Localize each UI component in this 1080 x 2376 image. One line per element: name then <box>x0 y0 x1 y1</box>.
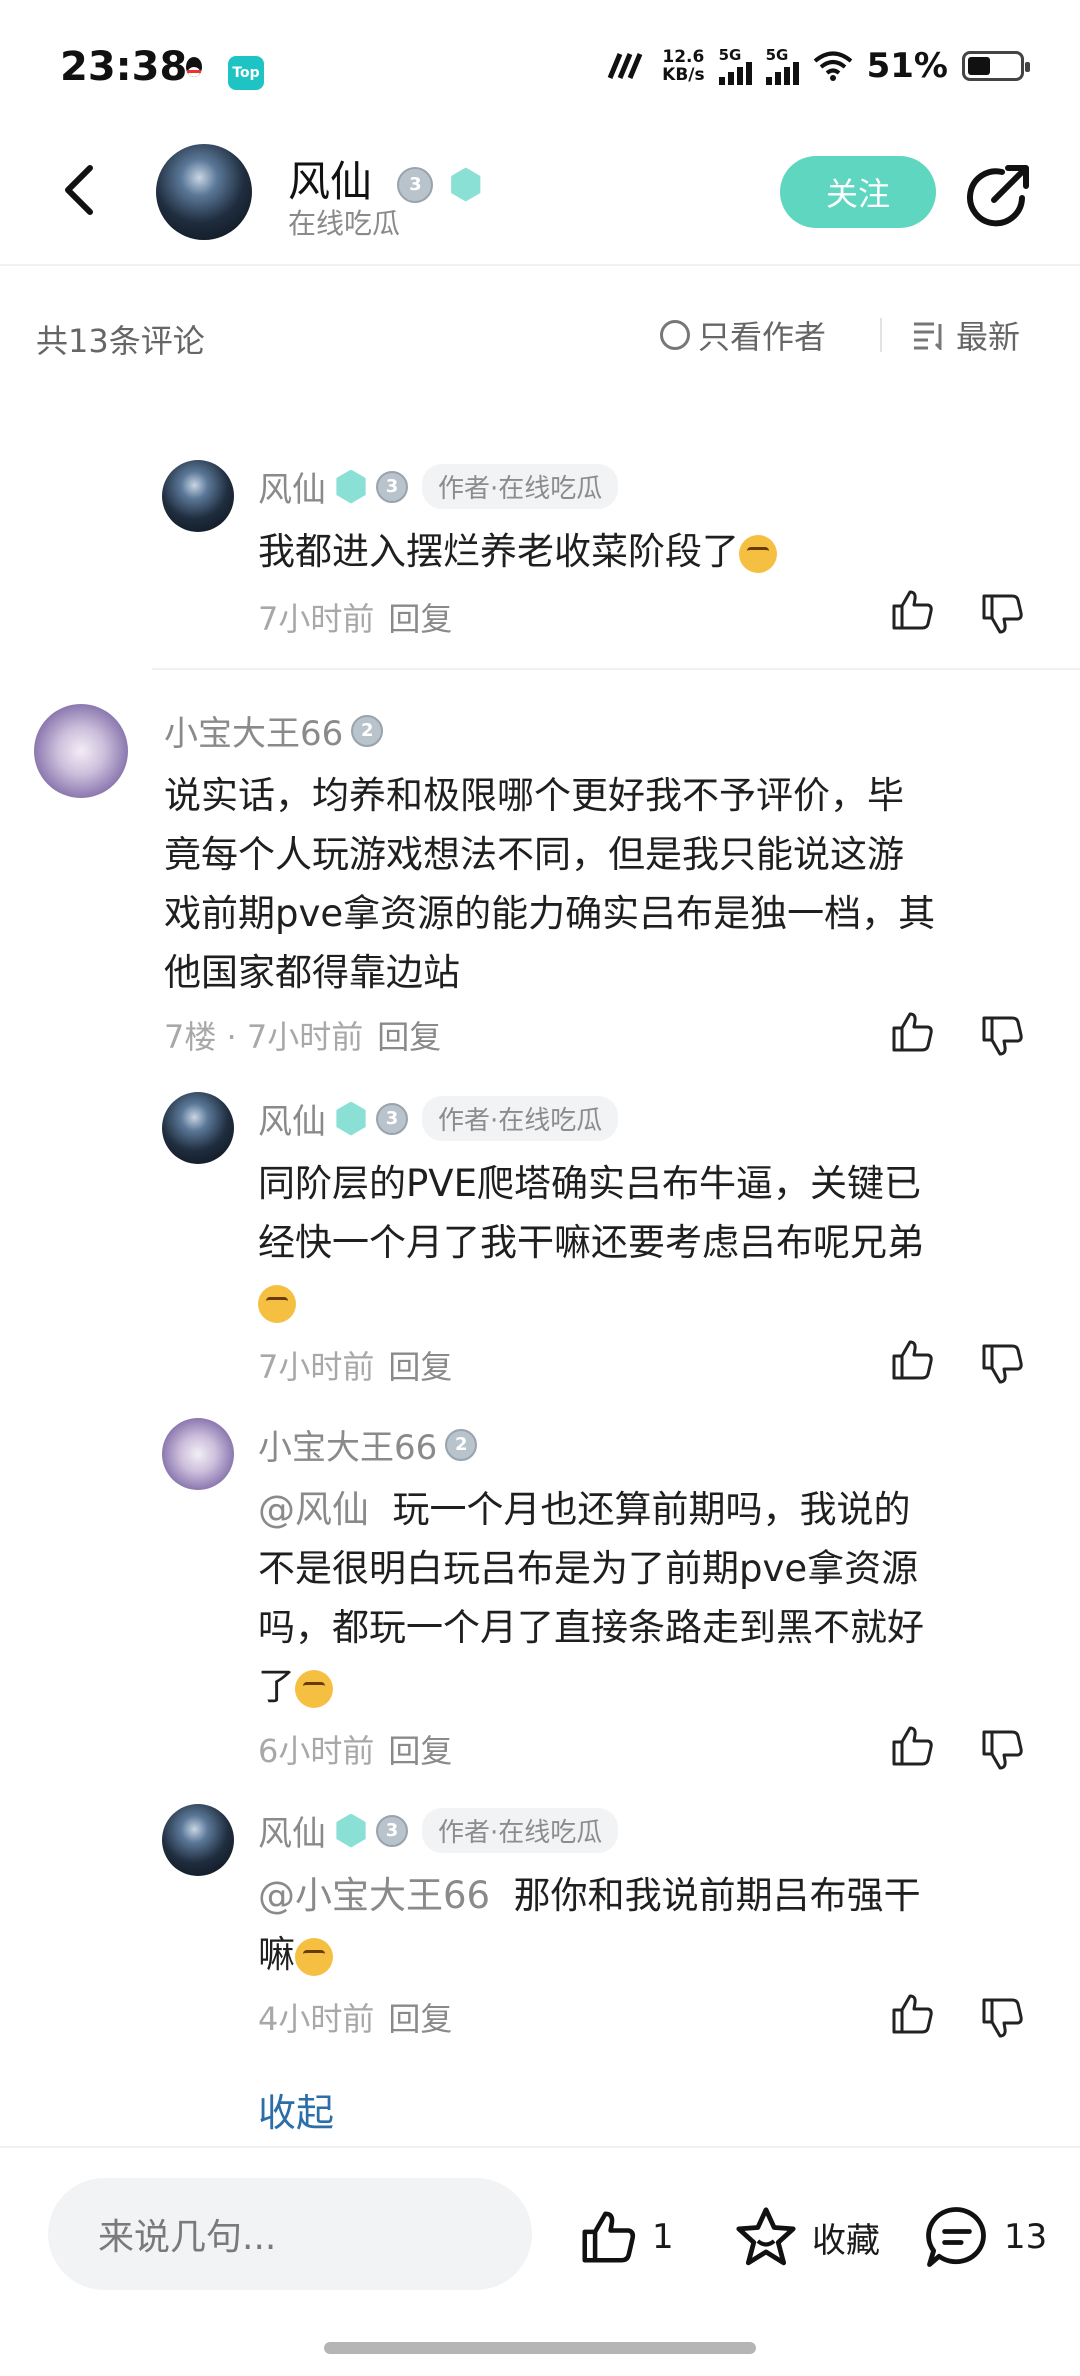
smile-emoji-icon <box>739 534 777 573</box>
hexagon-medal-icon <box>336 1101 366 1136</box>
dislike-icon[interactable] <box>978 1994 1026 2042</box>
star-icon <box>736 2207 796 2266</box>
sim1-signal-icon: 5G <box>718 47 752 85</box>
comment-username-row: 小宝大王66 2 <box>164 706 384 755</box>
reply-button[interactable]: 回复 <box>388 600 452 638</box>
comment-meta: 6小时前 回复 <box>258 1732 453 1770</box>
comment-count-label: 共13条评论 <box>36 322 205 360</box>
dislike-icon[interactable] <box>978 1012 1026 1060</box>
sort-button[interactable]: 最新 <box>912 312 1020 358</box>
level-badge-icon: 3 <box>376 1814 408 1847</box>
separator <box>880 318 882 352</box>
comment-avatar[interactable] <box>162 1418 234 1490</box>
battery-percent: 51% <box>866 46 948 86</box>
thread-divider <box>152 668 1080 670</box>
reply-button[interactable]: 回复 <box>377 1018 441 1056</box>
like-icon[interactable] <box>888 1990 936 2038</box>
back-button[interactable] <box>56 160 106 220</box>
author-avatar[interactable] <box>156 144 252 240</box>
comment-text: 我都进入摆烂养老收菜阶段了 <box>258 522 777 581</box>
hexagon-medal-icon <box>451 167 481 202</box>
hd-signal-icon <box>607 53 643 79</box>
level-badge-icon: 3 <box>376 1102 408 1135</box>
comment-text: 说实话，均养和极限哪个更好我不予评价，毕 竟每个人玩游戏想法不同，但是我只能说这… <box>164 774 936 994</box>
comment-avatar[interactable] <box>162 1092 234 1164</box>
wifi-icon <box>813 51 852 81</box>
author-tag: 作者·在线吃瓜 <box>422 1808 619 1853</box>
dislike-icon[interactable] <box>978 1726 1026 1774</box>
comment-avatar[interactable] <box>162 1804 234 1876</box>
comment-username[interactable]: 风仙 <box>258 462 326 511</box>
dislike-icon[interactable] <box>978 1340 1026 1388</box>
author-tag: 作者·在线吃瓜 <box>422 464 619 509</box>
like-icon <box>582 2211 636 2263</box>
comment-text: @风仙 玩一个月也还算前期吗，我说的 不是很明白玩吕布是为了前期pve拿资源 吗… <box>258 1488 924 1708</box>
author-tag: 作者·在线吃瓜 <box>422 1096 619 1141</box>
bottom-bar-divider <box>0 2146 1080 2148</box>
level-badge-icon: 3 <box>376 470 408 503</box>
only-author-toggle[interactable]: 只看作者 <box>660 312 826 358</box>
dislike-icon[interactable] <box>978 590 1026 638</box>
mention-link[interactable]: @小宝大王66 <box>258 1874 490 1917</box>
like-count: 1 <box>652 2217 674 2257</box>
reply-button[interactable]: 回复 <box>388 1348 452 1386</box>
comment-count: 13 <box>1004 2217 1048 2257</box>
laugh-emoji-icon <box>258 1284 296 1323</box>
comment-username[interactable]: 风仙 <box>258 1094 326 1143</box>
favorite-label: 收藏 <box>812 2220 880 2261</box>
header-divider <box>0 264 1080 266</box>
comment-text: 同阶层的PVE爬塔确实吕布牛逼，关键已 经快一个月了我干嘛还要考虑吕布呢兄弟 <box>258 1154 1048 1331</box>
comments-button[interactable]: 13 <box>922 2204 1047 2270</box>
comment-username-row: 风仙 3 作者·在线吃瓜 <box>258 1806 619 1855</box>
top-app-notification-icon: Top <box>228 56 264 90</box>
comment-text: @小宝大王66 那你和我说前期吕布强干 嘛 <box>258 1874 921 1976</box>
collapse-replies-button[interactable]: 收起 <box>258 2082 334 2137</box>
like-icon[interactable] <box>888 1336 936 1384</box>
level-badge-icon: 2 <box>445 1428 478 1461</box>
like-button[interactable]: 1 <box>576 2206 674 2268</box>
hexagon-medal-icon <box>336 1813 366 1848</box>
comment-avatar[interactable] <box>34 704 128 798</box>
comment-meta: 7楼 · 7小时前 回复 <box>164 1018 442 1056</box>
comment-username[interactable]: 小宝大王66 <box>258 1420 437 1469</box>
sim2-signal-icon: 5G <box>765 47 799 85</box>
radio-circle-icon <box>660 320 690 350</box>
comment-username[interactable]: 风仙 <box>258 1806 326 1855</box>
like-icon[interactable] <box>888 1008 936 1056</box>
comment-username-row: 小宝大王66 2 <box>258 1420 478 1469</box>
author-subtitle: 在线吃瓜 <box>288 207 401 240</box>
home-indicator[interactable] <box>324 2342 756 2354</box>
sort-icon <box>914 322 942 350</box>
comment-meta: 4小时前 回复 <box>258 2000 453 2038</box>
comment-avatar[interactable] <box>162 460 234 532</box>
battery-icon <box>962 51 1030 81</box>
level-badge-icon: 2 <box>351 714 384 747</box>
sweat-emoji-icon <box>295 1669 333 1708</box>
comment-bubble-icon <box>926 2207 986 2267</box>
comment-input[interactable]: 来说几句... <box>48 2178 532 2290</box>
comment-username-row: 风仙 3 作者·在线吃瓜 <box>258 462 619 511</box>
like-icon[interactable] <box>888 1722 936 1770</box>
like-icon[interactable] <box>888 586 936 634</box>
mention-link[interactable]: @风仙 <box>258 1488 369 1531</box>
comment-username-row: 风仙 3 作者·在线吃瓜 <box>258 1094 619 1143</box>
favorite-button[interactable]: 收藏 <box>732 2204 880 2270</box>
reply-button[interactable]: 回复 <box>388 2000 452 2038</box>
comment-username[interactable]: 小宝大王66 <box>164 706 343 755</box>
reply-button[interactable]: 回复 <box>388 1732 452 1770</box>
share-icon[interactable] <box>964 160 1034 230</box>
comment-meta: 7小时前 回复 <box>258 1348 453 1386</box>
status-icons: 12.6 KB/s 5G 5G 51% <box>604 46 1030 86</box>
follow-button[interactable]: 关注 <box>780 156 936 228</box>
status-time: 23:38 <box>60 44 188 90</box>
qq-notification-icon <box>186 57 202 77</box>
hexagon-medal-icon <box>336 469 366 504</box>
author-name[interactable]: 风仙 3 <box>288 148 483 209</box>
clipped-row <box>0 380 1080 406</box>
comment-meta: 7小时前 回复 <box>258 600 453 638</box>
smile-emoji-icon <box>295 1937 333 1976</box>
level-badge-icon: 3 <box>397 166 434 203</box>
net-speed: 12.6 KB/s <box>662 47 705 85</box>
